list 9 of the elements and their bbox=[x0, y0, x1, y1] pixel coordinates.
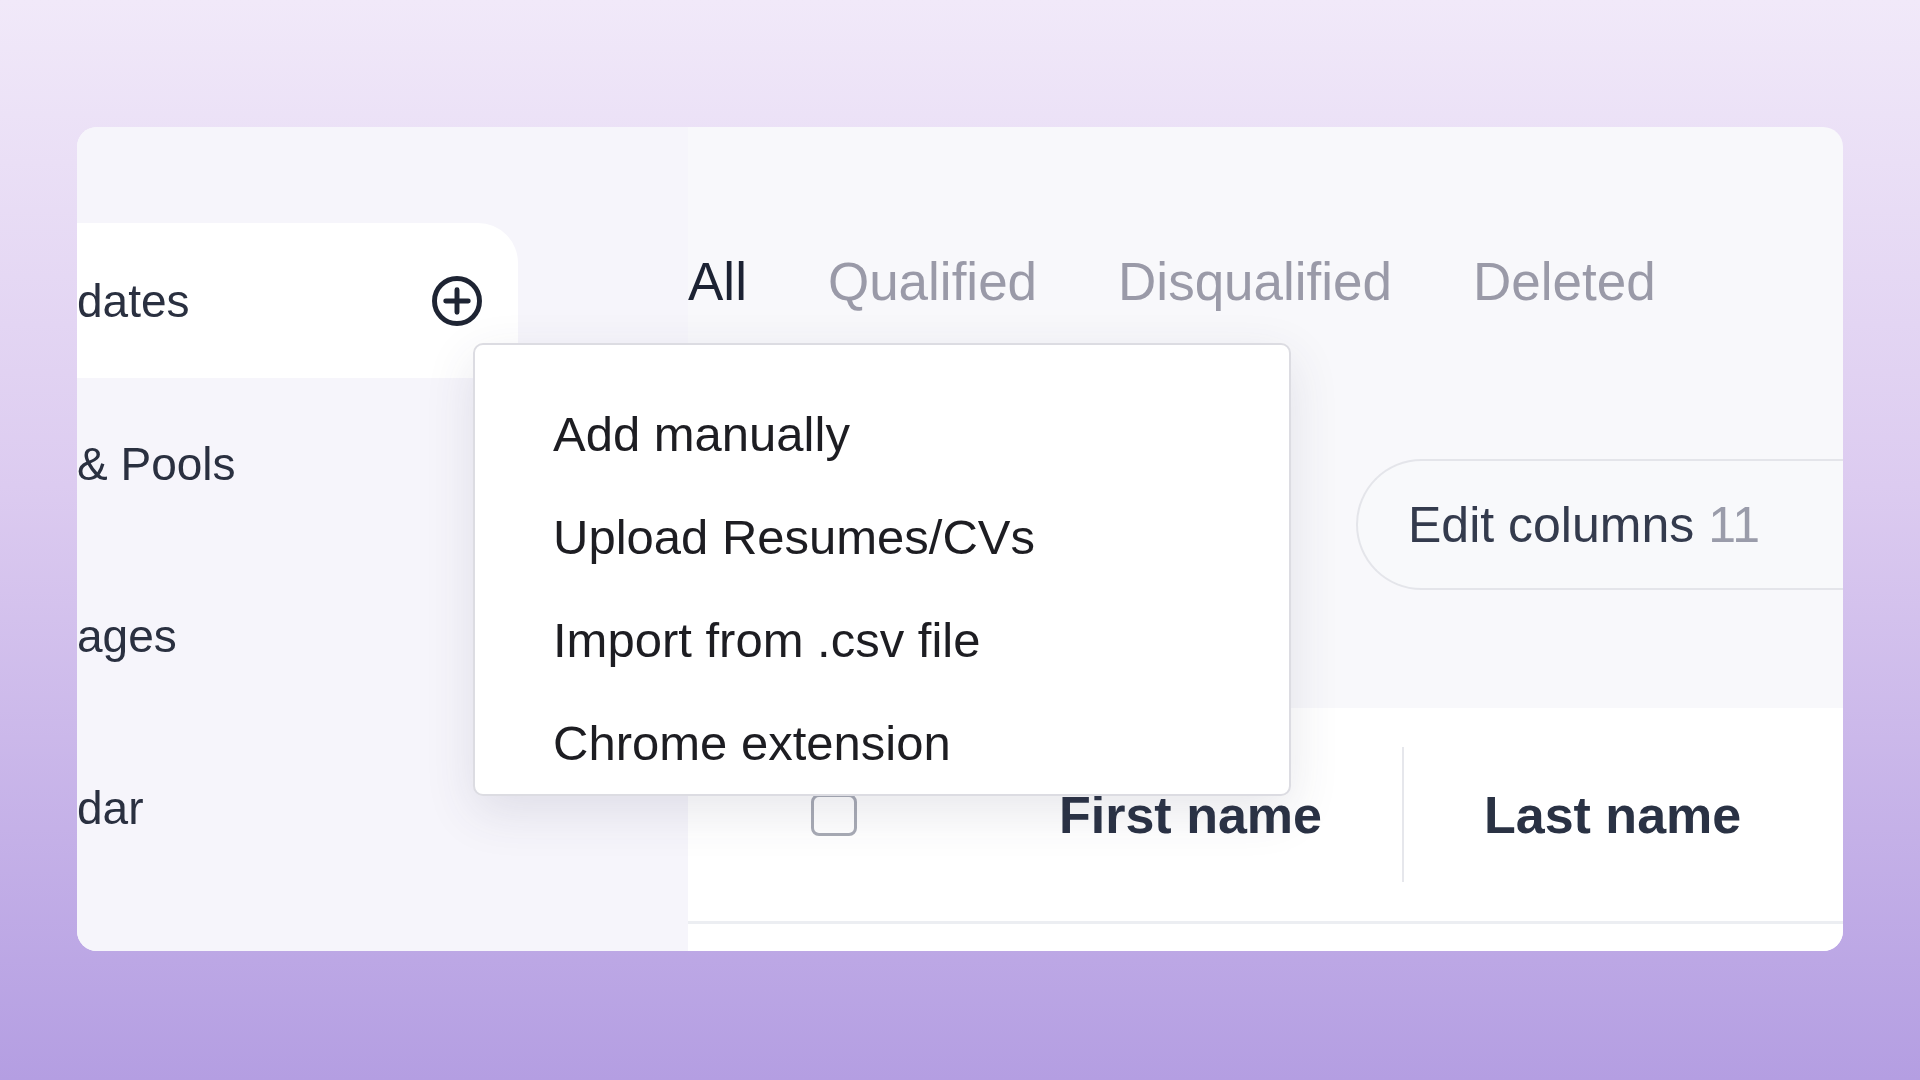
filter-tab[interactable]: All bbox=[688, 251, 747, 313]
sidebar-item[interactable]: dates bbox=[77, 223, 518, 378]
menu-item[interactable]: Import from .csv file bbox=[475, 588, 1289, 692]
column-header: Last name bbox=[1484, 784, 1742, 845]
menu-item[interactable]: Add manually bbox=[475, 383, 1289, 486]
add-circle-icon[interactable] bbox=[430, 273, 484, 328]
edit-columns-button[interactable]: Edit columns 11 bbox=[1356, 459, 1843, 590]
menu-item[interactable]: Upload Resumes/CVs bbox=[475, 485, 1289, 589]
select-all-checkbox[interactable] bbox=[810, 793, 857, 836]
